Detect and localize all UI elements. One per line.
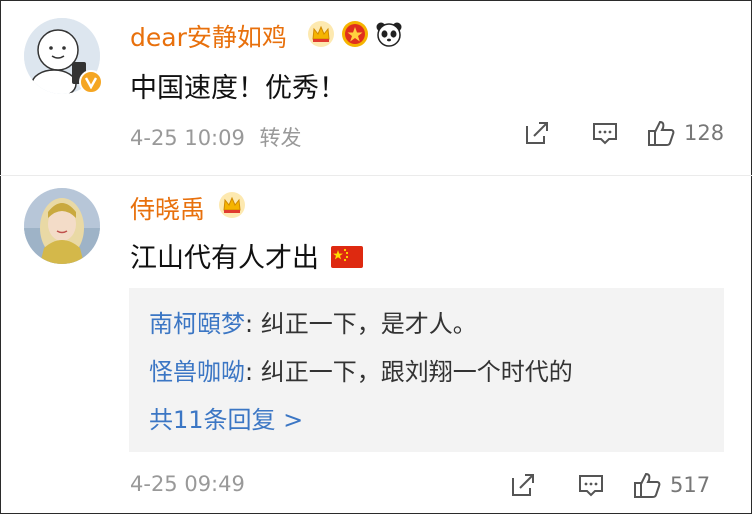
verified-badge-icon [79, 70, 103, 94]
username[interactable]: 侍晓禹 [130, 190, 205, 226]
reply-username[interactable]: 怪兽咖呦 [149, 358, 245, 386]
comment-actions: 517 [508, 470, 710, 500]
comment-text-content: 江山代有人才出 [130, 243, 319, 274]
avatar[interactable] [24, 188, 100, 264]
china-flag-emoji-icon [330, 246, 363, 268]
user-badges [307, 20, 403, 48]
comment-icon[interactable] [576, 470, 606, 500]
username[interactable]: dear安静如鸡 [130, 18, 287, 54]
forward-link[interactable]: 转发 [260, 126, 302, 150]
comment-text: 中国速度！优秀！ [130, 73, 346, 104]
share-icon[interactable] [522, 118, 552, 148]
reply-preview-box[interactable]: 南柯頤梦: 纠正一下，是才人。 怪兽咖呦: 纠正一下，跟刘翔一个时代的 共11条… [129, 288, 724, 452]
divider [0, 175, 752, 176]
reply-username[interactable]: 南柯頤梦 [149, 310, 245, 338]
crown-badge-icon[interactable] [218, 191, 246, 219]
panda-badge-icon[interactable] [375, 20, 403, 48]
reply-text: 纠正一下，是才人。 [260, 310, 477, 338]
reply-item: 怪兽咖呦: 纠正一下，跟刘翔一个时代的 [149, 352, 573, 387]
like-icon[interactable] [646, 118, 676, 148]
crown-badge-icon[interactable] [307, 20, 335, 48]
share-icon[interactable] [508, 470, 538, 500]
like-icon[interactable] [632, 470, 662, 500]
reply-item: 南柯頤梦: 纠正一下，是才人。 [149, 304, 477, 339]
like-count: 517 [670, 473, 711, 497]
comment-text: 江山代有人才出 [130, 236, 364, 275]
star-medal-badge-icon[interactable] [341, 20, 369, 48]
comment-icon[interactable] [590, 118, 620, 148]
more-replies-link[interactable]: 共11条回复 > [149, 400, 303, 435]
comment-actions: 128 [522, 118, 724, 148]
comment-time: 4-25 10:09 [130, 126, 245, 150]
comment-meta: 4-25 10:09 转发 [130, 122, 302, 152]
like-count: 128 [684, 121, 725, 145]
comment-time: 4-25 09:49 [130, 472, 245, 496]
reply-separator: : [245, 358, 261, 386]
user-badges [218, 191, 246, 219]
comment-meta: 4-25 09:49 [130, 472, 245, 496]
reply-separator: : [245, 310, 261, 338]
reply-text: 纠正一下，跟刘翔一个时代的 [260, 358, 573, 386]
